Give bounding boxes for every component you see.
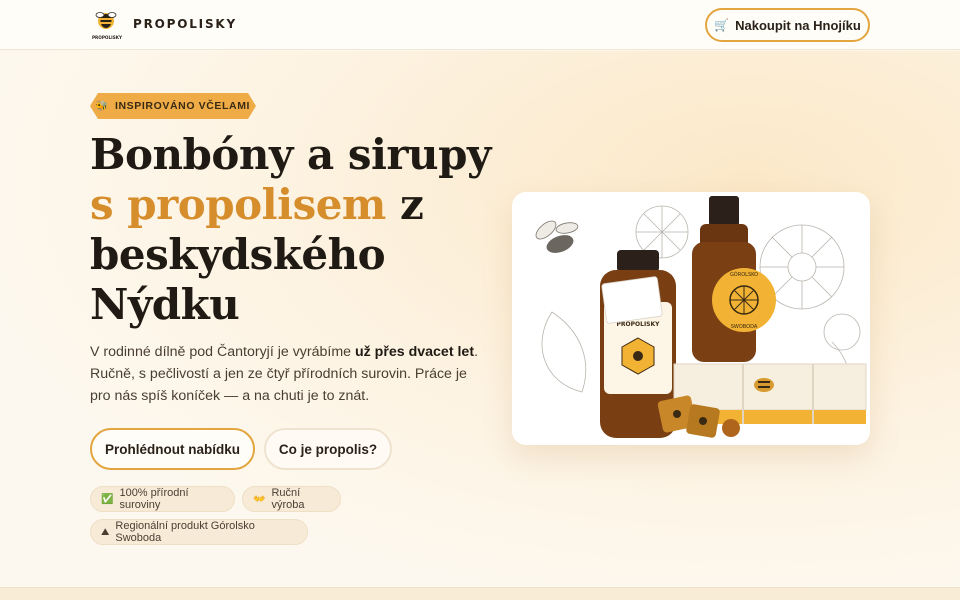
hero-lead: V rodinné dílně pod Čantoryjí je vyrábím… <box>90 341 490 407</box>
mountain-icon: ⛰ <box>101 526 110 538</box>
cart-icon: 🛒 <box>714 18 730 32</box>
product-image: GÓROLSKO SWOBODA PROPOLISKY <box>512 192 870 445</box>
large-syrup-bottle: GÓROLSKO SWOBODA <box>692 196 776 362</box>
feature-chip-regional: ⛰ Regionální produkt Górolsko Swoboda <box>90 519 308 545</box>
brand-name[interactable]: PROPOLISKY <box>133 17 237 31</box>
chip-label: Ruční výroba <box>271 487 305 511</box>
bee-logo-icon[interactable]: PROPOLISKY <box>90 8 124 42</box>
site-header: PROPOLISKY PROPOLISKY 🛒 Nakoupit na Hnoj… <box>0 0 960 50</box>
check-icon: ✅ <box>101 493 114 505</box>
bottle-label-bottom: SWOBODA <box>731 324 758 330</box>
chip-label: 100% přírodní suroviny <box>119 487 189 511</box>
feature-chip-natural: ✅ 100% přírodní suroviny <box>90 486 235 512</box>
feature-chip-handmade: 👐 Ruční výroba <box>242 486 341 512</box>
what-is-propolis-button[interactable]: Co je propolis? <box>264 428 392 470</box>
lead-bold: už přes dvacet let <box>354 344 475 360</box>
shop-button-label: Nakoupit na Hnojíku <box>735 17 861 33</box>
shop-button[interactable]: 🛒 Nakoupit na Hnojíku <box>705 8 870 42</box>
headline-part1: Bonbóny a sirupy <box>90 130 491 179</box>
next-section-edge <box>0 587 960 600</box>
lead-before: V rodinné dílně pod Čantoryjí je vyrábím… <box>90 344 355 360</box>
inspired-badge: 🐝 INSPIROVÁNO VČELAMI <box>90 93 256 119</box>
hands-icon: 👐 <box>253 493 266 505</box>
bottle-label-top: GÓROLSKO <box>730 271 758 278</box>
small-bottle-label: PROPOLISKY <box>617 321 661 328</box>
bee-icon: 🐝 <box>95 100 109 112</box>
badge-label: INSPIROVÁNO VČELAMI <box>114 100 251 112</box>
chip-label: Regionální produkt Górolsko Swoboda <box>115 520 255 544</box>
hero-headline: Bonbóny a sirupy s propolisem z beskydsk… <box>90 130 500 330</box>
bee-sketch <box>535 220 579 253</box>
browse-offer-button[interactable]: Prohlédnout nabídku <box>90 428 255 470</box>
headline-accent: s propolisem <box>90 180 386 229</box>
logo-text: PROPOLISKY <box>92 35 123 40</box>
